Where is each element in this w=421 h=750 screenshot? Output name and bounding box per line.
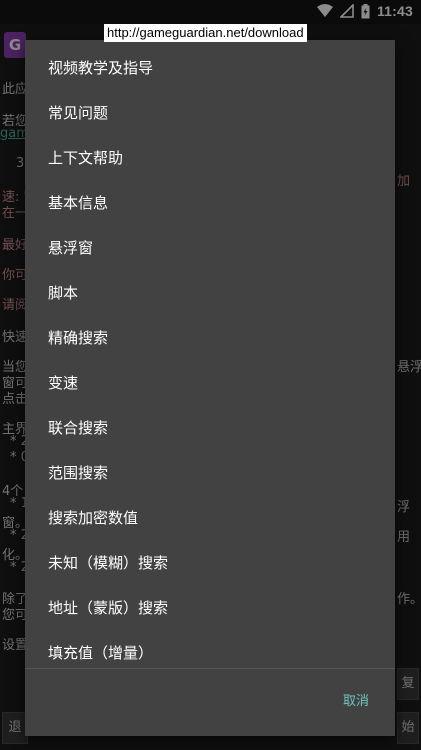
menu-item-speedhack[interactable]: 变速 xyxy=(25,361,395,406)
menu-item-range-search[interactable]: 范围搜索 xyxy=(25,451,395,496)
menu-item-group-search[interactable]: 联合搜索 xyxy=(25,406,395,451)
menu-list[interactable]: 视频教学及指导 常见问题 上下文帮助 基本信息 悬浮窗 脚本 精确搜索 变速 联… xyxy=(25,46,395,668)
menu-item-floating-window[interactable]: 悬浮窗 xyxy=(25,226,395,271)
menu-item-fuzzy-search[interactable]: 未知（模糊）搜索 xyxy=(25,541,395,586)
menu-item-faq[interactable]: 常见问题 xyxy=(25,91,395,136)
menu-item-video-tutorial[interactable]: 视频教学及指导 xyxy=(25,46,395,91)
menu-item-script[interactable]: 脚本 xyxy=(25,271,395,316)
menu-item-exact-search[interactable]: 精确搜索 xyxy=(25,316,395,361)
menu-item-fill-increment[interactable]: 填充值（增量） xyxy=(25,631,395,668)
help-menu-dialog: 视频教学及指导 常见问题 上下文帮助 基本信息 悬浮窗 脚本 精确搜索 变速 联… xyxy=(25,40,395,736)
dialog-divider xyxy=(25,668,395,669)
download-url-label: http://gameguardian.net/download xyxy=(104,24,307,42)
menu-item-basic-info[interactable]: 基本信息 xyxy=(25,181,395,226)
menu-item-encrypted-search[interactable]: 搜索加密数值 xyxy=(25,496,395,541)
menu-item-context-help[interactable]: 上下文帮助 xyxy=(25,136,395,181)
cancel-button[interactable]: 取消 xyxy=(343,690,369,714)
menu-item-address-mask-search[interactable]: 地址（蒙版）搜索 xyxy=(25,586,395,631)
